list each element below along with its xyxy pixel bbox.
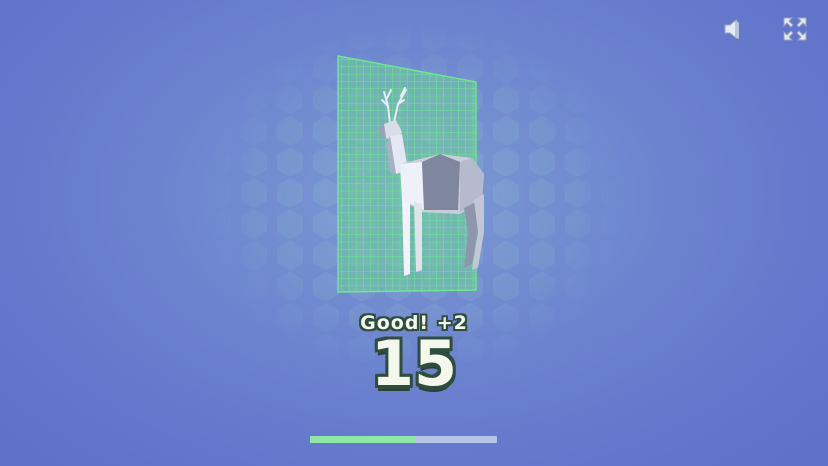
deer-model <box>378 87 484 276</box>
sound-button[interactable] <box>718 14 748 44</box>
game-screen: { "hud": { "sound_icon": "speaker-icon",… <box>0 0 828 466</box>
progress-bar-fill <box>310 436 415 443</box>
fullscreen-icon <box>783 17 807 41</box>
score-counter: 15 <box>370 327 458 400</box>
fullscreen-button[interactable] <box>780 14 810 44</box>
progress-bar <box>310 436 497 443</box>
speaker-icon <box>724 18 739 40</box>
